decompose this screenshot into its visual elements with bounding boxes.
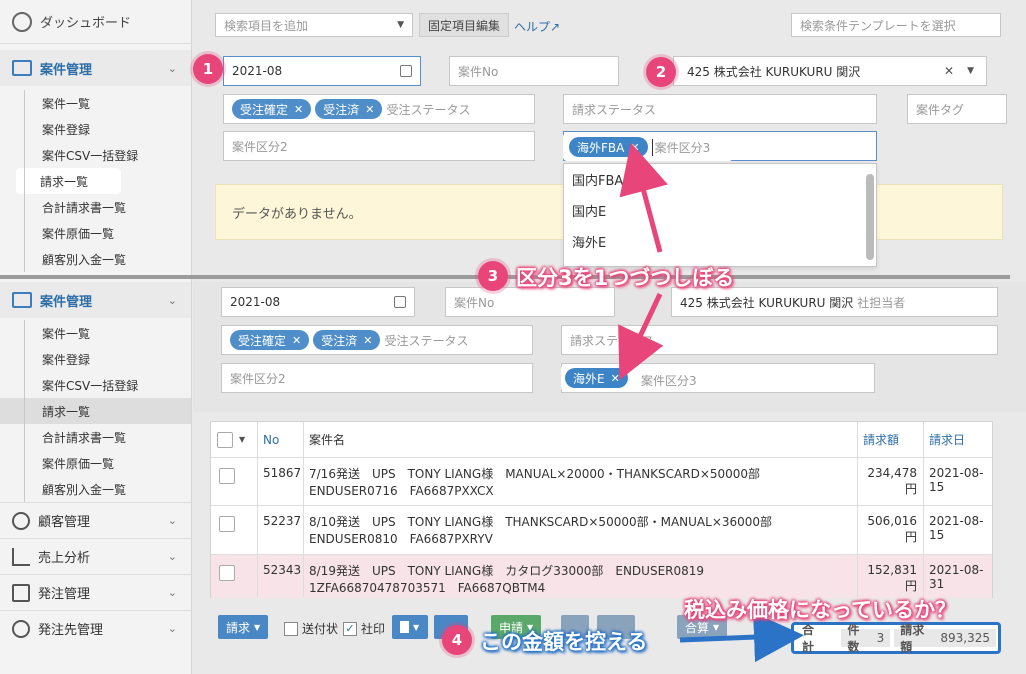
step-badge-4: 4 bbox=[442, 625, 472, 655]
arrow-step3-up bbox=[619, 142, 668, 253]
callout-step4: この金額を控える bbox=[480, 630, 648, 654]
callout-step3: 区分3を1つづつしぼる bbox=[516, 266, 735, 290]
step-badge-3: 3 bbox=[478, 261, 508, 291]
step-badge-2: 2 bbox=[646, 57, 676, 87]
callout-tax-question: 税込み価格になっているか？ bbox=[684, 598, 956, 622]
arrow-step4 bbox=[679, 612, 804, 663]
step-badge-1: 1 bbox=[193, 54, 223, 84]
annotation-arrows bbox=[618, 142, 804, 663]
arrow-step3-down bbox=[618, 292, 664, 381]
